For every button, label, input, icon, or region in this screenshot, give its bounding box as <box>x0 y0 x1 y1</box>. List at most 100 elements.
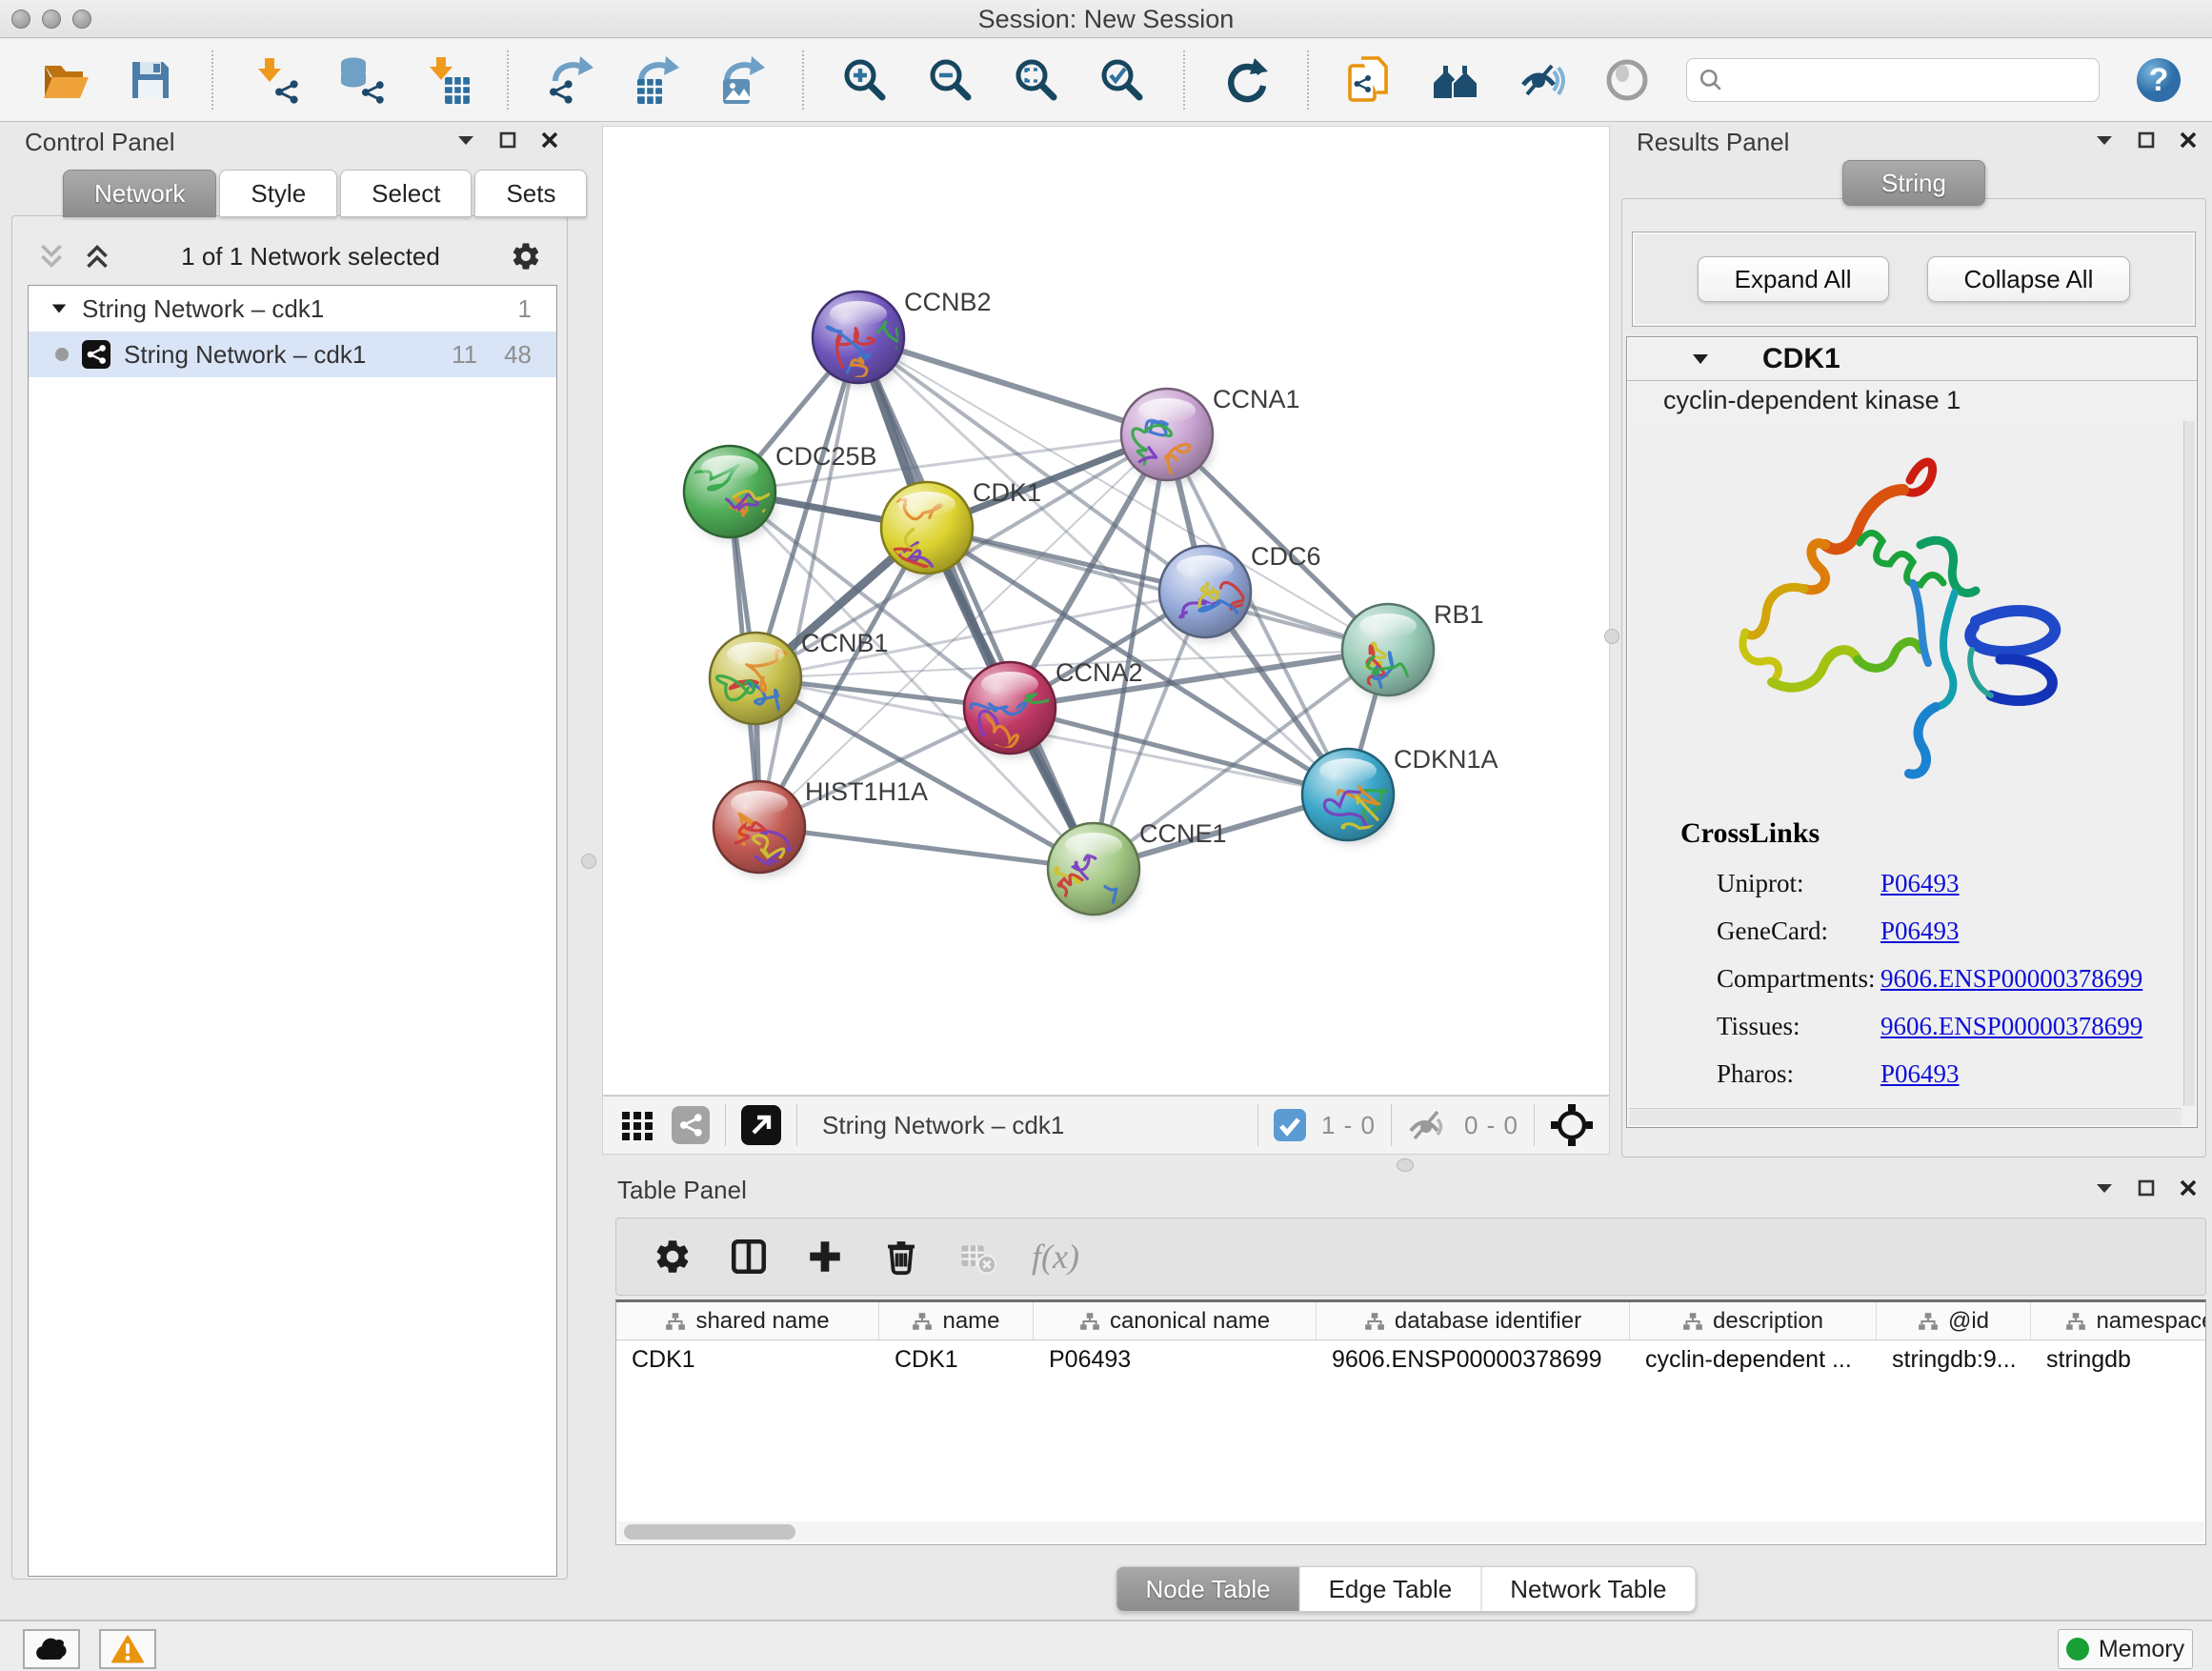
gene-card-header[interactable]: CDK1 <box>1627 337 2197 381</box>
crosshair-icon[interactable] <box>1550 1103 1594 1147</box>
grid-view-icon[interactable] <box>618 1106 656 1144</box>
scrollbar-thumb[interactable] <box>624 1524 795 1540</box>
table-cell[interactable]: CDK1 <box>879 1340 1034 1379</box>
network-node[interactable]: CDKN1A <box>1302 745 1498 844</box>
tab-sets[interactable]: Sets <box>474 170 587 217</box>
crosslink-link[interactable]: P06493 <box>1880 1059 1960 1089</box>
crosslink-link[interactable]: 9606.ENSP00000378699 <box>1880 964 2142 994</box>
memory-button[interactable]: Memory <box>2058 1629 2193 1669</box>
close-panel-icon[interactable] <box>2178 130 2199 151</box>
panel-menu-icon[interactable] <box>455 130 476 151</box>
close-panel-icon[interactable] <box>2178 1178 2199 1198</box>
export-table-button[interactable] <box>629 53 682 107</box>
column-header-id[interactable]: @id <box>1877 1302 2031 1339</box>
network-edge[interactable] <box>759 827 1094 869</box>
collapse-all-button[interactable]: Collapse All <box>1927 256 2131 302</box>
float-panel-icon[interactable] <box>2136 1178 2157 1198</box>
import-network-file-button[interactable] <box>248 53 301 107</box>
table-cell[interactable]: stringdb <box>2031 1340 2206 1379</box>
add-column-icon[interactable] <box>803 1235 847 1278</box>
network-row[interactable]: String Network – cdk1 11 48 <box>29 332 556 377</box>
column-header-database-identifier[interactable]: database identifier <box>1317 1302 1630 1339</box>
cloud-status-button[interactable] <box>23 1629 80 1669</box>
network-options-gear-icon[interactable] <box>510 240 542 272</box>
zoom-in-button[interactable] <box>838 53 892 107</box>
zoom-fit-button[interactable] <box>1010 53 1063 107</box>
function-builder-icon[interactable]: f(x) <box>1032 1237 1079 1277</box>
network-collection-row[interactable]: String Network – cdk1 1 <box>29 286 556 332</box>
network-view-canvas[interactable]: CCNB2CCNA1CDC25BCDK1CDC6RB1CCNB1CCNA2CDK… <box>602 126 1610 1096</box>
tab-node-table[interactable]: Node Table <box>1116 1566 1300 1612</box>
node-table[interactable]: shared namenamecanonical namedatabase id… <box>615 1299 2206 1545</box>
import-network-database-button[interactable] <box>333 53 387 107</box>
tab-network-table[interactable]: Network Table <box>1481 1566 1696 1612</box>
delete-table-icon[interactable] <box>955 1235 999 1278</box>
share-view-icon[interactable] <box>672 1106 710 1144</box>
table-row[interactable]: CDK1CDK1P064939606.ENSP00000378699cyclin… <box>616 1340 2205 1379</box>
table-cell[interactable]: stringdb:9... <box>1877 1340 2031 1379</box>
selected-checkbox-icon[interactable] <box>1274 1109 1306 1141</box>
column-header-name[interactable]: name <box>879 1302 1034 1339</box>
close-panel-icon[interactable] <box>539 130 560 151</box>
delete-column-trash-icon[interactable] <box>879 1235 923 1278</box>
tab-string[interactable]: String <box>1842 160 1985 206</box>
search-input[interactable] <box>1731 67 2087 94</box>
export-image-button[interactable] <box>714 53 768 107</box>
zoom-out-button[interactable] <box>924 53 977 107</box>
table-cell[interactable]: 9606.ENSP00000378699 <box>1317 1340 1630 1379</box>
table-settings-gear-icon[interactable] <box>651 1235 694 1278</box>
network-node[interactable]: HIST1H1A <box>714 777 928 876</box>
horizontal-splitter-handle[interactable] <box>1397 1158 1414 1172</box>
hidden-eye-icon[interactable] <box>1407 1108 1449 1142</box>
network-node[interactable]: CCNB2 <box>813 288 992 391</box>
import-table-file-button[interactable] <box>419 53 473 107</box>
network-node[interactable]: RB1 <box>1342 600 1484 699</box>
inactive-eye-button[interactable] <box>1600 53 1654 107</box>
column-header-shared-name[interactable]: shared name <box>616 1302 879 1339</box>
search-field[interactable] <box>1686 58 2100 102</box>
gene-expander-icon[interactable] <box>1690 349 1711 370</box>
float-panel-icon[interactable] <box>2136 130 2157 151</box>
left-splitter-handle[interactable] <box>581 854 596 869</box>
duplicate-network-button[interactable] <box>1343 53 1397 107</box>
column-header-canonical-name[interactable]: canonical name <box>1034 1302 1317 1339</box>
network-edge[interactable] <box>759 337 858 827</box>
results-vertical-scrollbar[interactable] <box>2183 421 2195 1106</box>
table-cell[interactable]: cyclin-dependent ... <box>1630 1340 1877 1379</box>
crosslink-link[interactable]: 9606.ENSP00000378699 <box>1880 1012 2142 1041</box>
hide-panel-eye-button[interactable] <box>1515 53 1568 107</box>
save-session-button[interactable] <box>124 53 177 107</box>
help-button[interactable]: ? <box>2132 53 2185 107</box>
table-cell[interactable]: P06493 <box>1034 1340 1317 1379</box>
show-home-button[interactable] <box>1429 53 1482 107</box>
network-edge[interactable] <box>858 337 1167 434</box>
panel-menu-icon[interactable] <box>2094 130 2115 151</box>
tab-edge-table[interactable]: Edge Table <box>1300 1566 1482 1612</box>
network-node[interactable]: CCNE1 <box>1036 819 1227 927</box>
collection-expander-icon[interactable] <box>50 299 69 318</box>
table-cell[interactable]: CDK1 <box>616 1340 879 1379</box>
table-horizontal-scrollbar[interactable] <box>618 1521 2203 1542</box>
crosslink-link[interactable]: P06493 <box>1880 869 1960 898</box>
zoom-selected-button[interactable] <box>1096 53 1149 107</box>
network-node[interactable]: CDC25B <box>684 442 877 541</box>
expand-all-icon[interactable] <box>83 242 111 271</box>
split-columns-icon[interactable] <box>727 1235 771 1278</box>
birdseye-view-icon[interactable] <box>741 1105 781 1145</box>
warning-status-button[interactable] <box>99 1629 156 1669</box>
tab-select[interactable]: Select <box>340 170 472 217</box>
expand-all-button[interactable]: Expand All <box>1698 256 1889 302</box>
results-horizontal-scrollbar[interactable] <box>1629 1108 2182 1125</box>
tab-network[interactable]: Network <box>63 170 216 217</box>
refresh-view-button[interactable] <box>1219 53 1273 107</box>
export-network-button[interactable] <box>543 53 596 107</box>
crosslink-link[interactable]: P06493 <box>1880 916 1960 946</box>
float-panel-icon[interactable] <box>497 130 518 151</box>
collapse-all-icon[interactable] <box>37 242 66 271</box>
network-node[interactable]: CCNA1 <box>1120 385 1299 484</box>
open-file-button[interactable] <box>38 53 91 107</box>
column-header-description[interactable]: description <box>1630 1302 1877 1339</box>
tab-style[interactable]: Style <box>219 170 337 217</box>
column-header-namespace[interactable]: namespace <box>2031 1302 2206 1339</box>
panel-menu-icon[interactable] <box>2094 1178 2115 1198</box>
